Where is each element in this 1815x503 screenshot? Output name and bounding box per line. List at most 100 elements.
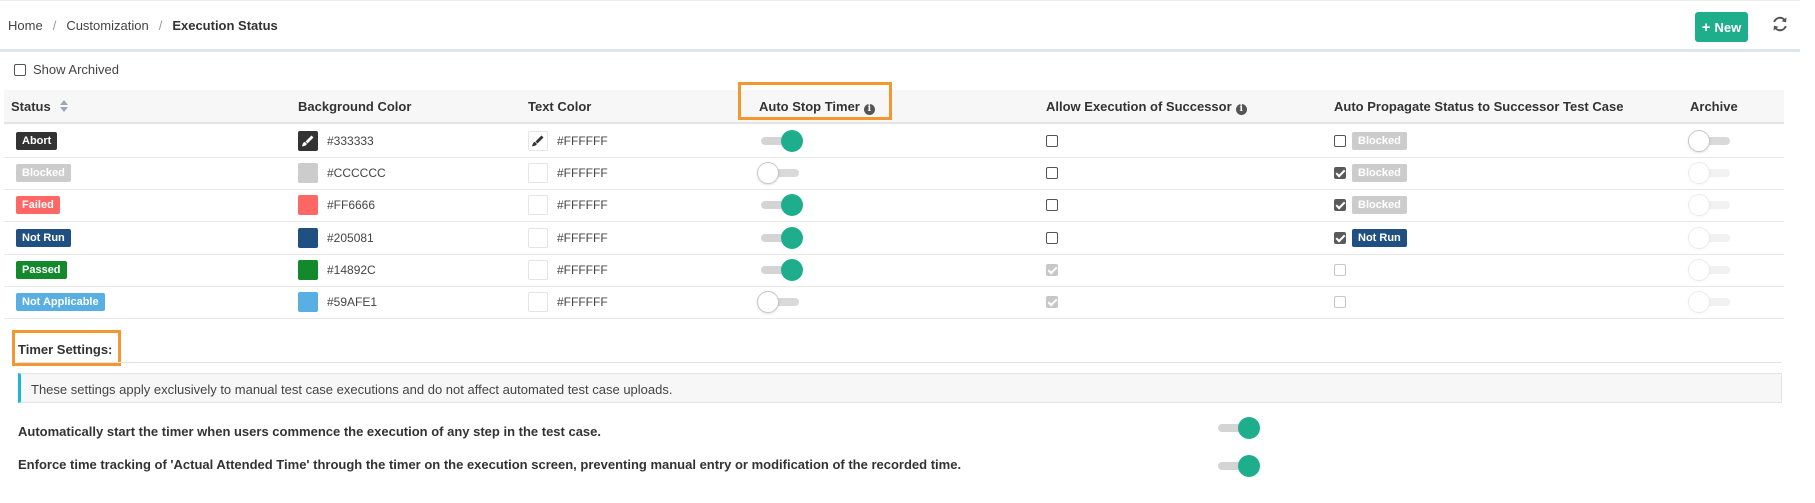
status-badge-not-applicable: Not Applicable xyxy=(16,293,105,311)
allow-execution-checkbox[interactable] xyxy=(1046,264,1058,276)
auto-propagate-control: Not Run xyxy=(1334,228,1407,247)
table-row: Passed #14892C #FFFFFF xyxy=(4,254,1784,287)
background-color-swatch[interactable] xyxy=(298,195,318,215)
info-icon[interactable]: i xyxy=(863,104,875,115)
background-color-hex: #14892C xyxy=(327,263,376,277)
text-color-hex: #FFFFFF xyxy=(557,166,608,180)
breadcrumb-separator: / xyxy=(158,18,163,33)
auto-stop-timer-toggle[interactable] xyxy=(757,259,803,281)
allow-execution-checkbox[interactable] xyxy=(1046,231,1058,244)
column-header-background-color: Background Color xyxy=(298,99,412,114)
setting-auto-start-label: Automatically start the timer when users… xyxy=(18,424,602,439)
column-header-allow-execution: Allow Execution of Successor i xyxy=(1046,99,1247,115)
show-archived-checkbox[interactable] xyxy=(14,63,26,76)
column-header-status-label: Status xyxy=(11,99,51,114)
auto-propagate-control: Blocked xyxy=(1334,196,1407,214)
auto-propagate-checkbox[interactable] xyxy=(1334,296,1346,308)
auto-stop-timer-toggle[interactable] xyxy=(757,129,803,152)
background-color-hex: #333333 xyxy=(327,133,374,148)
auto-propagate-control xyxy=(1334,264,1346,276)
column-header-auto-stop-timer-label: Auto Stop Timer xyxy=(759,99,860,114)
archive-toggle[interactable] xyxy=(1688,129,1734,152)
archive-toggle[interactable] xyxy=(1688,226,1734,249)
auto-propagate-checkbox[interactable] xyxy=(1334,199,1346,211)
auto-stop-timer-toggle[interactable] xyxy=(757,194,803,216)
background-color-swatch[interactable] xyxy=(298,227,318,248)
background-color-hex: #FF6666 xyxy=(327,198,376,212)
table-row: Abort #333333 #FFFFFF Blocked xyxy=(4,124,1784,158)
auto-propagate-checkbox[interactable] xyxy=(1334,134,1346,147)
allow-execution-checkbox[interactable] xyxy=(1046,199,1058,211)
column-header-auto-stop-timer: Auto Stop Timer i xyxy=(759,99,875,115)
background-color-swatch[interactable] xyxy=(298,260,318,280)
propagate-status-badge[interactable]: Not Run xyxy=(1352,228,1407,247)
breadcrumb-current: Execution Status xyxy=(172,18,278,33)
column-header-archive: Archive xyxy=(1690,99,1738,114)
text-color-hex: #FFFFFF xyxy=(557,198,608,212)
text-color-swatch[interactable] xyxy=(528,163,548,183)
breadcrumb-customization[interactable]: Customization xyxy=(66,18,148,33)
info-icon[interactable]: i xyxy=(1235,104,1247,115)
column-header-auto-propagate: Auto Propagate Status to Successor Test … xyxy=(1334,99,1624,114)
column-header-text-color: Text Color xyxy=(528,99,592,114)
show-archived-filter[interactable]: Show Archived xyxy=(14,62,119,77)
text-color-swatch[interactable] xyxy=(528,260,548,280)
top-bar: Home / Customization / Execution Status + Ne… xyxy=(0,0,1800,52)
setting-enforce-tracking-toggle[interactable] xyxy=(1214,455,1260,477)
propagate-status-badge[interactable]: Blocked xyxy=(1352,164,1407,182)
archive-toggle[interactable] xyxy=(1688,162,1734,184)
table-row: Not Applicable #59AFE1 #FFFFFF xyxy=(4,286,1784,319)
archive-toggle[interactable] xyxy=(1688,194,1734,216)
auto-propagate-control: Blocked xyxy=(1334,164,1407,182)
auto-propagate-checkbox[interactable] xyxy=(1334,231,1346,244)
text-color-hex: #FFFFFF xyxy=(557,263,608,277)
background-color-swatch[interactable] xyxy=(298,163,318,183)
auto-propagate-control: Blocked xyxy=(1334,131,1407,150)
sort-icon[interactable] xyxy=(60,100,69,115)
timer-settings-title: Timer Settings: xyxy=(18,342,113,357)
breadcrumb-home[interactable]: Home xyxy=(8,18,43,33)
allow-execution-checkbox[interactable] xyxy=(1046,296,1058,308)
timer-settings-divider xyxy=(18,362,1782,363)
timer-settings-info: These settings apply exclusively to manu… xyxy=(18,373,1782,403)
allow-execution-checkbox[interactable] xyxy=(1046,167,1058,179)
auto-propagate-control xyxy=(1334,296,1346,308)
setting-auto-start-toggle[interactable] xyxy=(1214,417,1260,439)
new-button[interactable]: + New xyxy=(1695,12,1748,42)
background-color-swatch[interactable] xyxy=(298,130,318,151)
plus-icon: + xyxy=(1701,18,1711,36)
table-row: Blocked #CCCCCC #FFFFFF Blocked xyxy=(4,157,1784,190)
auto-propagate-checkbox[interactable] xyxy=(1334,264,1346,276)
text-color-swatch[interactable] xyxy=(528,130,548,151)
table-row: Failed #FF6666 #FFFFFF Blocked xyxy=(4,189,1784,222)
text-color-swatch[interactable] xyxy=(528,195,548,215)
table-header: Status Background Color Text Color Auto … xyxy=(4,90,1784,124)
status-badge-failed: Failed xyxy=(16,196,60,214)
background-color-hex: #CCCCCC xyxy=(327,166,386,180)
table-row: Not Run #205081 #FFFFFF Not Run xyxy=(4,221,1784,255)
column-header-status[interactable]: Status xyxy=(11,99,69,115)
propagate-status-badge[interactable]: Blocked xyxy=(1352,196,1407,214)
text-color-swatch[interactable] xyxy=(528,227,548,248)
column-header-allow-execution-label: Allow Execution of Successor xyxy=(1046,99,1232,114)
refresh-icon[interactable] xyxy=(1771,15,1791,35)
archive-toggle[interactable] xyxy=(1688,259,1734,281)
propagate-status-badge[interactable]: Blocked xyxy=(1352,131,1407,150)
auto-stop-timer-toggle[interactable] xyxy=(757,162,803,184)
setting-enforce-tracking-label: Enforce time tracking of 'Actual Attende… xyxy=(18,457,962,472)
breadcrumb: Home / Customization / Execution Status xyxy=(8,18,278,33)
text-color-hex: #FFFFFF xyxy=(557,295,608,309)
auto-stop-timer-toggle[interactable] xyxy=(757,291,803,313)
auto-propagate-checkbox[interactable] xyxy=(1334,167,1346,179)
background-color-hex: #59AFE1 xyxy=(327,295,378,309)
status-badge-passed: Passed xyxy=(16,261,67,279)
archive-toggle[interactable] xyxy=(1688,291,1734,313)
allow-execution-checkbox[interactable] xyxy=(1046,134,1058,147)
text-color-swatch[interactable] xyxy=(528,292,548,312)
new-button-label: New xyxy=(1714,19,1742,35)
auto-stop-timer-toggle[interactable] xyxy=(757,226,803,249)
status-badge-abort: Abort xyxy=(16,131,58,150)
text-color-hex: #FFFFFF xyxy=(557,133,608,148)
background-color-swatch[interactable] xyxy=(298,292,318,312)
text-color-hex: #FFFFFF xyxy=(557,230,608,245)
